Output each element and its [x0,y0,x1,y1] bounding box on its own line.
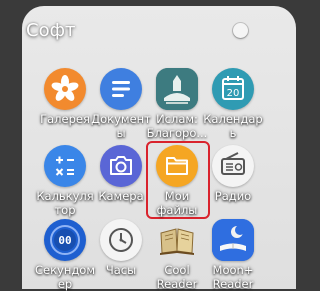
app-label-calculator: Калькуля тор [36,189,94,217]
app-cool-reader[interactable]: Cool Reader [146,219,208,291]
moon-reader-icon [212,219,254,261]
radio-icon [212,145,254,187]
app-moon-reader[interactable]: Moon+ Reader [202,219,264,291]
app-gallery[interactable]: Галерея [34,68,96,136]
app-label-clock: Часы [105,263,137,277]
folder-title[interactable]: Софт [26,20,75,41]
app-radio[interactable]: Радио [202,145,264,213]
cool-reader-icon [156,219,198,261]
clock-icon [100,219,142,261]
app-label-gallery: Галерея [40,112,90,126]
app-label-radio: Радио [214,189,252,203]
app-label-stopwatch: Секундом ер [34,263,96,291]
app-label-documents: Документ ы [91,112,151,140]
my-files-icon [156,145,198,187]
calendar-icon: 20 [212,68,254,110]
calendar-day: 20 [227,88,240,99]
app-stopwatch[interactable]: 00 Секундом ер [34,219,96,291]
islam-app-icon [156,68,198,110]
app-clock[interactable]: Часы [90,219,152,287]
app-label-islam: Ислам: Благоро... [146,112,208,140]
app-camera[interactable]: Камера [90,145,152,213]
app-calendar[interactable]: 20 Календар ь [202,68,264,140]
folder-color-button[interactable] [233,23,248,38]
stopwatch-icon: 00 [44,219,86,261]
app-label-moon-reader: Moon+ Reader [212,263,254,291]
gallery-icon [44,68,86,110]
app-label-cool-reader: Cool Reader [156,263,198,291]
app-islam[interactable]: Ислам: Благоро... [146,68,208,140]
app-my-files[interactable]: Мои файлы [146,145,208,217]
stopwatch-digits: 00 [58,234,71,247]
app-label-calendar: Календар ь [203,112,263,140]
app-label-camera: Камера [98,189,144,203]
app-documents[interactable]: Документ ы [90,68,152,140]
camera-icon [100,145,142,187]
calculator-icon [44,145,86,187]
app-label-my-files: Мои файлы [156,189,198,217]
app-calculator[interactable]: Калькуля тор [34,145,96,217]
documents-icon [100,68,142,110]
